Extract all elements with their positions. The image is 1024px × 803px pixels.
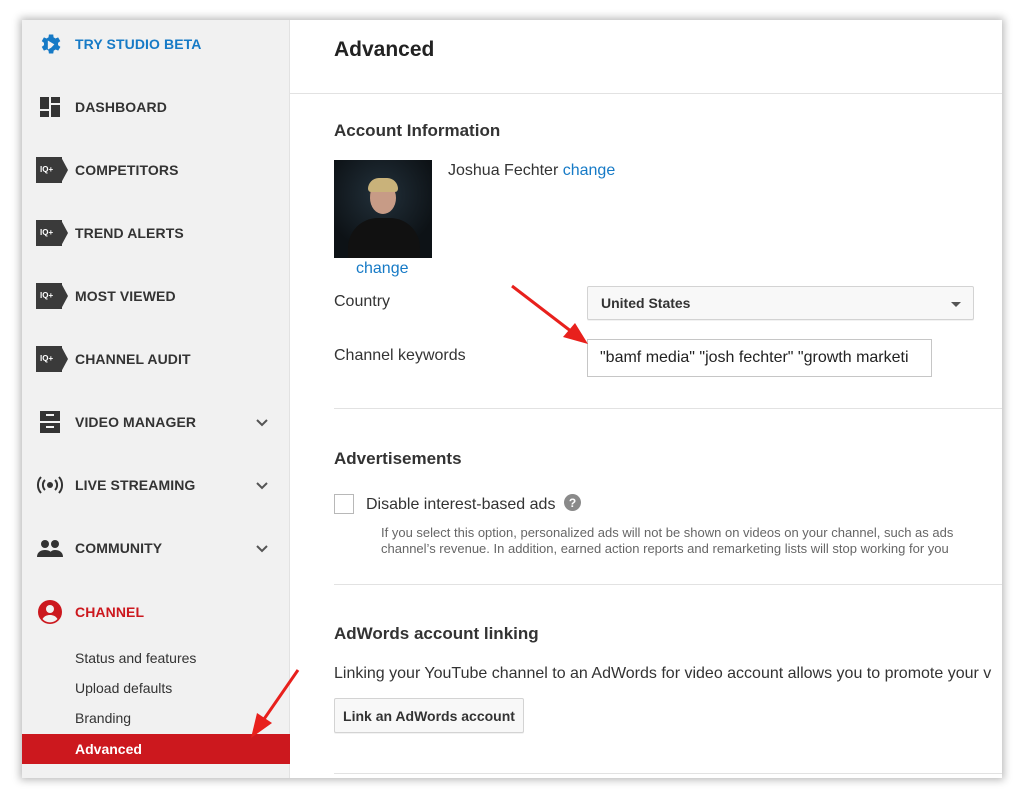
sidebar-item-label: LIVE STREAMING — [75, 477, 196, 493]
sidebar-item-trend-alerts[interactable]: IQ+ TREND ALERTS — [22, 213, 290, 253]
sidebar-item-channel[interactable]: CHANNEL — [22, 592, 290, 632]
channel-keywords-label: Channel keywords — [334, 347, 466, 364]
sidebar-item-label: CHANNEL — [75, 604, 145, 620]
iq-badge-text: IQ+ — [40, 165, 54, 174]
main-content: Advanced Account Information change Josh… — [290, 20, 1002, 778]
sidebar-item-try-studio-beta[interactable]: TRY STUDIO BETA — [22, 24, 290, 64]
account-info-heading: Account Information — [334, 121, 501, 140]
gear-icon — [36, 30, 64, 58]
sidebar-item-label: COMMUNITY — [75, 540, 163, 556]
sidebar-item-community[interactable]: COMMUNITY — [22, 528, 290, 568]
channel-icon — [36, 598, 64, 626]
iq-icon: IQ+ — [36, 345, 68, 373]
sidebar-item-dashboard[interactable]: DASHBOARD — [22, 87, 290, 127]
sidebar-subitem-upload-defaults[interactable]: Upload defaults — [22, 675, 290, 701]
change-name-link[interactable]: change — [563, 162, 616, 179]
adwords-heading: AdWords account linking — [334, 624, 539, 643]
iq-icon: IQ+ — [36, 282, 68, 310]
sidebar-item-label: MOST VIEWED — [75, 288, 176, 304]
channel-keywords-input[interactable]: "bamf media" "josh fechter" "growth mark… — [587, 339, 932, 377]
sidebar-subitem-label: Upload defaults — [75, 680, 173, 696]
sidebar-item-label: COMPETITORS — [75, 162, 179, 178]
account-name-row: Joshua Fechter change — [448, 162, 615, 180]
sidebar-subitem-label: Status and features — [75, 650, 197, 666]
sidebar-subitem-label: Advanced — [75, 741, 142, 757]
page-title: Advanced — [334, 38, 435, 61]
avatar — [334, 160, 432, 258]
advertisements-heading: Advertisements — [334, 449, 462, 468]
sidebar-item-label: CHANNEL AUDIT — [75, 351, 191, 367]
disable-interest-ads-label: Disable interest-based ads — [366, 496, 556, 513]
section-divider — [334, 408, 1002, 409]
chevron-down-icon[interactable] — [254, 414, 270, 430]
live-streaming-icon — [36, 471, 64, 499]
iq-badge-text: IQ+ — [40, 291, 54, 300]
iq-icon: IQ+ — [36, 219, 68, 247]
adwords-description: Linking your YouTube channel to an AdWor… — [334, 665, 992, 682]
section-divider — [334, 584, 1002, 585]
iq-icon: IQ+ — [36, 156, 68, 184]
iq-badge-text: IQ+ — [40, 354, 54, 363]
account-name: Joshua Fechter — [448, 162, 559, 179]
sidebar-item-most-viewed[interactable]: IQ+ MOST VIEWED — [22, 276, 290, 316]
country-select-value: United States — [601, 295, 691, 311]
country-select[interactable]: United States — [587, 286, 974, 320]
sidebar-subitem-branding[interactable]: Branding — [22, 705, 290, 731]
help-icon[interactable]: ? — [564, 494, 581, 511]
ads-description-line2: channel’s revenue. In addition, earned a… — [381, 541, 949, 556]
chevron-down-icon[interactable] — [254, 477, 270, 493]
sidebar-subitem-label: Branding — [75, 710, 132, 726]
iq-badge-text: IQ+ — [40, 228, 54, 237]
community-icon — [36, 534, 64, 562]
sidebar-item-label: TRY STUDIO BETA — [75, 36, 202, 52]
sidebar-item-label: TREND ALERTS — [75, 225, 184, 241]
sidebar-item-channel-audit[interactable]: IQ+ CHANNEL AUDIT — [22, 339, 290, 379]
page-header: Advanced — [290, 20, 1002, 94]
app-window: TRY STUDIO BETA DASHBOARD IQ+ COMPETITOR… — [22, 20, 1002, 778]
sidebar-subitem-status-and-features[interactable]: Status and features — [22, 645, 290, 671]
ads-description-line1: If you select this option, personalized … — [381, 525, 954, 540]
sidebar-item-live-streaming[interactable]: LIVE STREAMING — [22, 465, 290, 505]
sidebar-subitem-advanced[interactable]: Advanced — [22, 734, 290, 764]
sidebar: TRY STUDIO BETA DASHBOARD IQ+ COMPETITOR… — [22, 20, 290, 778]
change-avatar-link[interactable]: change — [356, 260, 409, 278]
chevron-down-icon[interactable] — [254, 540, 270, 556]
link-adwords-button[interactable]: Link an AdWords account — [334, 698, 524, 733]
country-label: Country — [334, 293, 391, 310]
section-divider — [334, 773, 1002, 774]
sidebar-item-label: VIDEO MANAGER — [75, 414, 197, 430]
dashboard-icon — [36, 93, 64, 121]
disable-interest-ads-checkbox[interactable] — [334, 494, 354, 514]
sidebar-item-label: DASHBOARD — [75, 99, 167, 115]
video-manager-icon — [36, 408, 64, 436]
sidebar-item-video-manager[interactable]: VIDEO MANAGER — [22, 402, 290, 442]
channel-keywords-value: "bamf media" "josh fechter" "growth mark… — [600, 349, 909, 366]
caret-down-icon — [951, 302, 961, 307]
sidebar-item-competitors[interactable]: IQ+ COMPETITORS — [22, 150, 290, 190]
